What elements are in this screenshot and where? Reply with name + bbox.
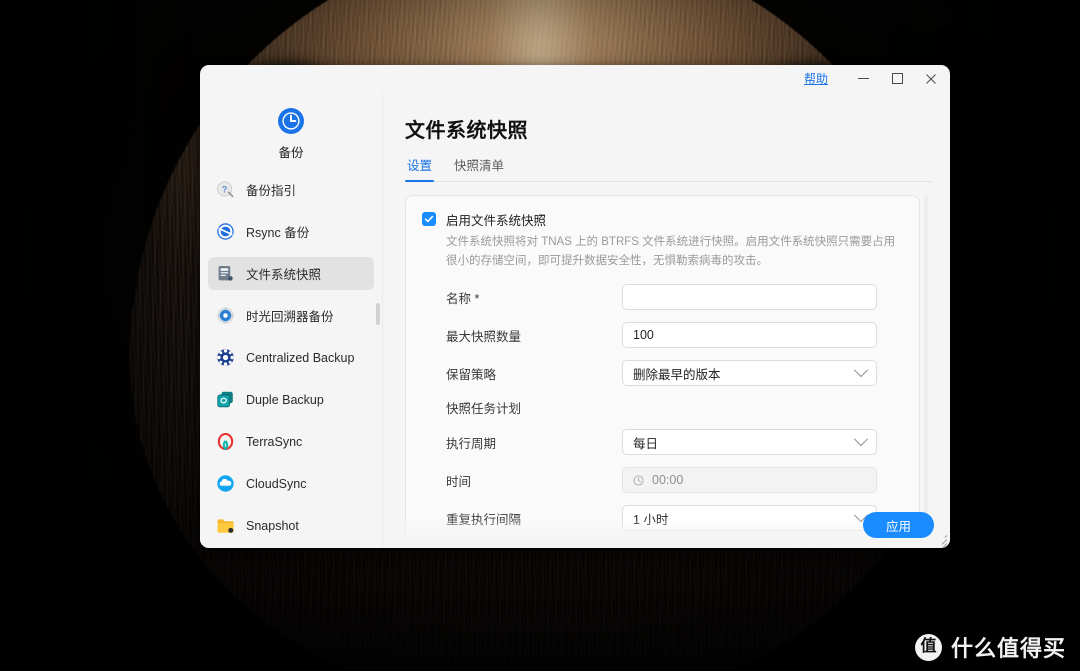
cloudsync-icon	[216, 474, 235, 493]
window-titlebar: 帮助	[200, 65, 950, 92]
sidebar-app-header: 备份	[200, 92, 382, 173]
maximize-icon	[891, 73, 903, 84]
field-row-time: 时间 00:00	[422, 467, 903, 494]
watermark: 值 什么值得买	[914, 631, 1066, 663]
sidebar-item-terrasync[interactable]: TerraSync	[208, 425, 374, 458]
sidebar: 备份 ? 备份指引 Rsync 备份 文件系统快照 时光回溯器备份 Centra…	[200, 92, 383, 548]
sidebar-item-backup-guide[interactable]: ? 备份指引	[208, 173, 374, 206]
enable-snapshot-row: 启用文件系统快照	[422, 210, 903, 229]
check-icon	[424, 215, 434, 223]
snapshot-doc-icon	[216, 264, 235, 283]
enable-snapshot-checkbox[interactable]	[422, 212, 436, 226]
retention-policy-value: 删除最早的版本	[633, 367, 721, 382]
field-row-frequency: 执行周期 每日	[422, 429, 903, 456]
sidebar-item-label: Centralized Backup	[246, 350, 355, 365]
field-row-retention-policy: 保留策略 删除最早的版本	[422, 360, 903, 387]
sidebar-item-time-machine-backup[interactable]: 时光回溯器备份	[208, 299, 374, 332]
sidebar-item-centralized-backup[interactable]: Centralized Backup	[208, 341, 374, 374]
sidebar-item-cloudsync[interactable]: CloudSync	[208, 467, 374, 500]
terrasync-icon	[216, 432, 235, 451]
snapshot-settings-card: 启用文件系统快照 文件系统快照将对 TNAS 上的 BTRFS 文件系统进行快照…	[405, 195, 920, 548]
form-footer: 应用	[862, 512, 934, 538]
centralized-backup-icon	[216, 348, 235, 367]
retention-policy-select[interactable]: 删除最早的版本	[622, 360, 877, 387]
watermark-text: 什么值得买	[950, 636, 1066, 661]
enable-snapshot-description: 文件系统快照将对 TNAS 上的 BTRFS 文件系统进行快照。启用文件系统快照…	[446, 236, 896, 267]
schedule-heading: 快照任务计划	[446, 402, 522, 417]
settings-scroll-area[interactable]: 启用文件系统快照 文件系统快照将对 TNAS 上的 BTRFS 文件系统进行快照…	[405, 195, 932, 548]
sidebar-item-filesystem-snapshot[interactable]: 文件系统快照	[208, 257, 374, 290]
enable-snapshot-label: 启用文件系统快照	[446, 214, 547, 228]
backup-app-window: 帮助 备份 ? 备份指引 Rsync 备份 文件系统快照 时光回溯器备份 Cen…	[200, 65, 950, 548]
field-label-frequency: 执行周期	[446, 436, 497, 451]
sidebar-scrollbar-thumb[interactable]	[376, 303, 380, 325]
time-input[interactable]: 00:00	[622, 467, 877, 494]
field-label-time: 时间	[446, 474, 472, 489]
window-minimize-button[interactable]	[846, 66, 880, 92]
folder-snapshot-icon	[216, 516, 235, 535]
minimize-icon	[857, 78, 869, 79]
sidebar-item-label: Rsync 备份	[246, 226, 310, 240]
field-row-name: 名称 *	[422, 284, 903, 311]
field-row-repeat-interval: 重复执行间隔 1 小时	[422, 505, 903, 532]
sidebar-item-label: CloudSync	[246, 476, 307, 491]
sidebar-app-title: 备份	[278, 146, 304, 160]
apply-button[interactable]: 应用	[862, 512, 934, 538]
sidebar-item-label: 文件系统快照	[246, 268, 322, 282]
sidebar-item-label: 备份指引	[246, 184, 297, 198]
main-content: 文件系统快照 设置 快照清单 启用文件系统快照 文件系统快照将对 TNAS 上的…	[383, 92, 950, 548]
question-pencil-icon: ?	[216, 180, 235, 199]
tab-snapshot-list[interactable]: 快照清单	[452, 155, 506, 181]
repeat-interval-value: 1 小时	[633, 512, 669, 527]
screen: 值 什么值得买 帮助 备份 ? 备份指引 Rsync 备份 文件系统快照 时光回…	[0, 0, 1080, 671]
frequency-select[interactable]: 每日	[622, 429, 877, 456]
rsync-circle-icon	[216, 222, 235, 241]
clock-icon	[633, 475, 644, 486]
sidebar-item-label: Snapshot	[246, 518, 299, 533]
time-value: 00:00	[652, 473, 684, 488]
content-scrollbar[interactable]	[924, 195, 928, 548]
repeat-interval-select[interactable]: 1 小时	[622, 505, 877, 532]
sidebar-scrollbar[interactable]	[376, 173, 380, 548]
sidebar-nav: ? 备份指引 Rsync 备份 文件系统快照 时光回溯器备份 Centraliz…	[200, 173, 382, 548]
chevron-down-icon	[853, 432, 869, 447]
field-label-max-snapshots: 最大快照数量	[446, 329, 522, 344]
sidebar-item-rsync-backup[interactable]: Rsync 备份	[208, 215, 374, 248]
help-link[interactable]: 帮助	[804, 70, 828, 87]
sidebar-item-label: Duple Backup	[246, 392, 324, 407]
max-snapshots-input[interactable]: 100	[622, 322, 877, 349]
tab-settings[interactable]: 设置	[405, 155, 435, 182]
field-label-retention-policy: 保留策略	[446, 367, 497, 382]
frequency-value: 每日	[633, 436, 659, 451]
field-label-name: 名称 *	[446, 291, 480, 306]
time-machine-icon	[216, 306, 235, 325]
svg-text:?: ?	[222, 185, 228, 195]
window-close-button[interactable]	[914, 66, 948, 92]
watermark-badge: 值	[914, 633, 942, 661]
sidebar-item-snapshot[interactable]: Snapshot	[208, 509, 374, 542]
sidebar-item-duple-backup[interactable]: Duple Backup	[208, 383, 374, 416]
page-title: 文件系统快照	[405, 120, 528, 142]
close-icon	[926, 73, 936, 84]
tab-bar: 设置 快照清单	[405, 155, 932, 182]
field-row-max-snapshots: 最大快照数量 100	[422, 322, 903, 349]
field-label-repeat-interval: 重复执行间隔	[446, 512, 522, 527]
window-body: 备份 ? 备份指引 Rsync 备份 文件系统快照 时光回溯器备份 Centra…	[200, 92, 950, 548]
chevron-down-icon	[853, 363, 869, 378]
sidebar-item-label: 时光回溯器备份	[246, 310, 334, 324]
name-input[interactable]	[622, 284, 877, 311]
duple-backup-icon	[216, 390, 235, 409]
window-maximize-button[interactable]	[880, 66, 914, 92]
sidebar-item-label: TerraSync	[246, 434, 303, 449]
clock-backup-icon	[278, 108, 304, 134]
